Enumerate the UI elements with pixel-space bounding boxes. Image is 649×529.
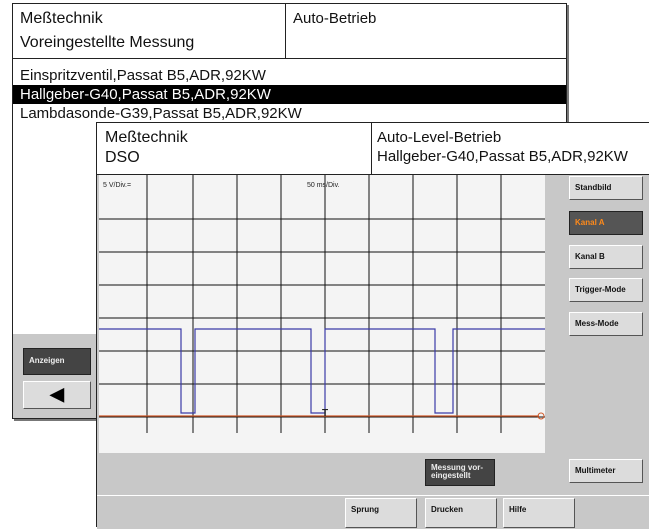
window-header: Meßtechnik DSO Auto-Level-Betrieb Hallge… xyxy=(97,123,649,175)
trigger-marker[interactable]: T xyxy=(322,408,328,419)
show-button[interactable]: Anzeigen xyxy=(23,348,91,375)
jump-button[interactable]: Sprung xyxy=(345,498,417,528)
channel-b-button[interactable]: Kanal B xyxy=(569,245,643,269)
trigger-mode-button[interactable]: Trigger-Mode xyxy=(569,278,643,302)
left-arrow-icon: ◀ xyxy=(50,384,64,404)
time-per-div-label: 50 ms/Div. xyxy=(307,182,340,189)
button-panel: Anzeigen ◀ xyxy=(13,334,103,418)
function-title: DSO xyxy=(105,149,140,166)
list-item-selected[interactable]: Hallgeber-G40,Passat B5,ADR,92KW xyxy=(13,85,566,104)
component-label: Hallgeber-G40,Passat B5,ADR,92KW xyxy=(377,148,628,165)
module-title: Meßtechnik xyxy=(20,10,103,27)
back-arrow-button[interactable]: ◀ xyxy=(23,381,91,409)
channel-a-trace xyxy=(99,328,545,414)
measure-mode-button[interactable]: Mess-Mode xyxy=(569,312,643,336)
function-title: Voreingestellte Messung xyxy=(20,34,195,51)
print-button[interactable]: Drucken xyxy=(425,498,497,528)
freeze-button[interactable]: Standbild xyxy=(569,176,643,200)
oscilloscope-display[interactable]: 5 V/Div.= 50 ms/Div. T xyxy=(99,175,545,453)
multimeter-button[interactable]: Multimeter xyxy=(569,459,643,483)
channel-a-button[interactable]: Kanal A xyxy=(569,211,643,235)
header-title-cell: Meßtechnik DSO xyxy=(97,123,372,174)
dso-window: Meßtechnik DSO Auto-Level-Betrieb Hallge… xyxy=(96,122,649,529)
mode-label: Auto-Betrieb xyxy=(293,10,377,27)
preset-measurement-button[interactable]: Messung vor- eingestellt xyxy=(425,459,495,486)
module-title: Meßtechnik xyxy=(105,129,188,146)
volts-per-div-label: 5 V/Div.= xyxy=(103,182,132,189)
header-title-cell: Meßtechnik Voreingestellte Messung xyxy=(13,4,286,58)
mode-label: Auto-Level-Betrieb xyxy=(377,129,502,146)
bottom-button-bar: Sprung Drucken Hilfe xyxy=(97,495,649,529)
help-button[interactable]: Hilfe xyxy=(503,498,575,528)
list-item[interactable]: Einspritzventil,Passat B5,ADR,92KW xyxy=(13,66,566,85)
window-header: Meßtechnik Voreingestellte Messung Auto-… xyxy=(13,4,566,59)
preset-measurement-label-line2: eingestellt xyxy=(431,471,471,480)
list-item[interactable]: Lambdasonde-G39,Passat B5,ADR,92KW xyxy=(13,104,566,123)
